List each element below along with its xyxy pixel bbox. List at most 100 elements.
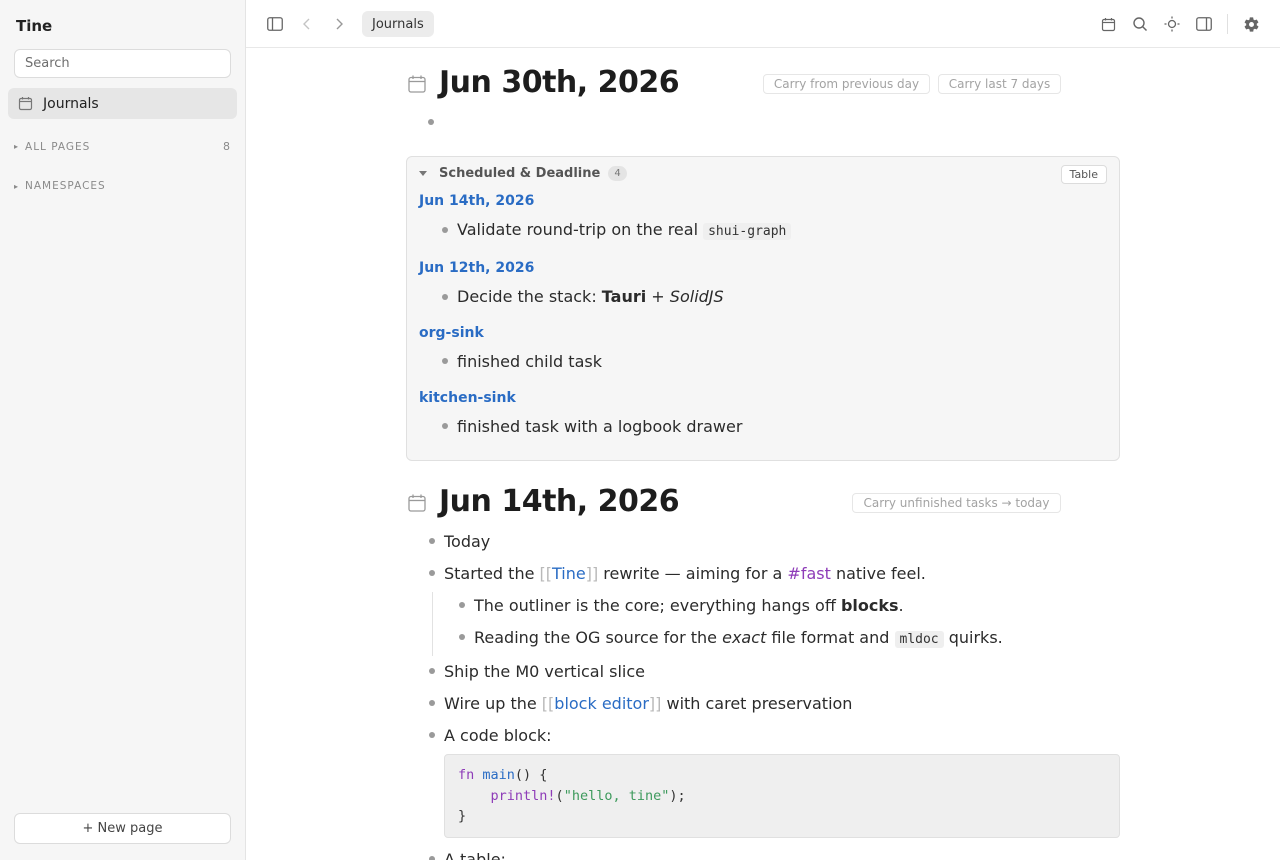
task-text: Validate round-trip on the real (457, 220, 699, 239)
code-function: main (482, 767, 515, 783)
link-bracket: ]] (648, 694, 662, 713)
bold-text: Tauri (601, 287, 647, 306)
code-text: ( (555, 787, 564, 804)
code-block[interactable]: fn main() { println!("hello, tine"); } (444, 754, 1120, 838)
link-bracket: ]] (585, 564, 599, 583)
toolbar-divider (1227, 14, 1228, 34)
block-bullet[interactable] (442, 294, 448, 300)
page-link-block-editor[interactable]: block editor (554, 694, 649, 713)
scheduled-task[interactable]: Decide the stack: Tauri + SolidJS (457, 287, 724, 306)
block-bullet[interactable] (459, 634, 465, 640)
app-title: Tine (16, 17, 53, 35)
namespaces-section[interactable]: ▸ NAMESPACES (14, 180, 230, 192)
text: Reading the OG source for the (474, 628, 723, 647)
carry-unfinished-button[interactable]: Carry unfinished tasks → today (852, 493, 1061, 513)
section-label: ALL PAGES (25, 140, 91, 153)
page-title[interactable]: Jun 14th, 2026 (439, 484, 680, 519)
block-text[interactable]: Wire up the [[block editor]] with caret … (444, 694, 852, 713)
settings-icon[interactable] (1239, 12, 1263, 36)
block-text[interactable]: Reading the OG source for the exact file… (474, 628, 1003, 648)
calendar-icon (407, 493, 427, 513)
task-text: + (646, 287, 670, 306)
text: file format and (766, 628, 895, 647)
scheduled-task[interactable]: finished task with a logbook drawer (457, 417, 742, 436)
all-pages-section[interactable]: ▸ ALL PAGES 8 (14, 140, 230, 153)
block-bullet[interactable] (429, 700, 435, 706)
section-label: NAMESPACES (25, 180, 106, 192)
text: native feel. (830, 564, 926, 583)
block-text[interactable]: The outliner is the core; everything han… (474, 596, 904, 615)
block-bullet[interactable] (429, 856, 435, 860)
scheduled-deadline-panel: Scheduled & Deadline 4 Table Jun 14th, 2… (406, 156, 1120, 461)
search-input[interactable] (14, 49, 231, 78)
right-panel-icon[interactable] (1192, 12, 1216, 36)
page-title[interactable]: Jun 30th, 2026 (439, 65, 680, 100)
block-text[interactable]: A code block: (444, 726, 552, 745)
bold-text: blocks (840, 596, 899, 615)
code-text: () { (514, 767, 548, 783)
group-page-link[interactable]: kitchen-sink (419, 390, 516, 406)
text: Wire up the (444, 694, 542, 713)
task-text: Decide the stack: (457, 287, 602, 306)
back-icon[interactable] (295, 12, 319, 36)
code-string: "hello, tine" (563, 787, 670, 804)
text: . (898, 596, 904, 615)
toolbar: Journals (246, 0, 1280, 48)
link-bracket: [[ (539, 564, 552, 583)
scheduled-task[interactable]: Validate round-trip on the real shui-gra… (457, 220, 792, 240)
page-count: 8 (223, 140, 230, 153)
sidebar-item-label: Journals (43, 95, 99, 112)
block-bullet[interactable] (429, 668, 435, 674)
block-text[interactable]: A table: (444, 850, 506, 860)
block-bullet[interactable] (429, 538, 435, 544)
block-text[interactable]: Started the [[Tine]] rewrite — aiming fo… (444, 564, 926, 583)
calendar-icon[interactable] (1096, 12, 1120, 36)
text: Started the (444, 564, 540, 583)
tag-fast[interactable]: #fast (787, 564, 830, 583)
link-bracket: [[ (541, 694, 555, 713)
group-page-link[interactable]: Jun 12th, 2026 (419, 260, 534, 276)
carry-previous-day-button[interactable]: Carry from previous day (763, 74, 930, 94)
sidebar-toggle-icon[interactable] (263, 12, 287, 36)
calendar-icon (407, 74, 427, 94)
block-text[interactable]: Ship the M0 vertical slice (444, 662, 645, 681)
block-bullet[interactable] (429, 732, 435, 738)
main-content: Jun 30th, 2026 Carry from previous day C… (246, 48, 1280, 860)
forward-icon[interactable] (327, 12, 351, 36)
text: quirks. (943, 628, 1003, 647)
empty-block-bullet[interactable] (428, 119, 434, 125)
code-keyword: fn (458, 767, 475, 783)
scheduled-title: Scheduled & Deadline (439, 166, 601, 181)
theme-icon[interactable] (1160, 12, 1184, 36)
block-bullet[interactable] (442, 423, 448, 429)
search-icon[interactable] (1128, 12, 1152, 36)
block-bullet[interactable] (442, 358, 448, 364)
children-thread-line (432, 592, 433, 656)
italic-text: exact (722, 628, 767, 647)
caret-right-icon: ▸ (14, 181, 20, 191)
sidebar: Tine Journals ▸ ALL PAGES 8 ▸ NAMESPACES… (0, 0, 246, 860)
sidebar-item-journals[interactable]: Journals (8, 88, 237, 119)
text: The outliner is the core; everything han… (474, 596, 841, 615)
code-text: } (458, 808, 467, 824)
breadcrumb[interactable]: Journals (362, 11, 434, 37)
table-view-button[interactable]: Table (1060, 165, 1107, 184)
text: with caret preservation (661, 694, 853, 713)
block-bullet[interactable] (429, 570, 435, 576)
collapse-triangle-icon (419, 171, 427, 176)
count-badge: 4 (608, 166, 627, 181)
page-link-tine[interactable]: Tine (552, 564, 586, 583)
group-page-link[interactable]: org-sink (419, 325, 484, 341)
carry-last-7-days-button[interactable]: Carry last 7 days (938, 74, 1061, 94)
text: rewrite — aiming for a (598, 564, 788, 583)
scheduled-task[interactable]: finished child task (457, 352, 602, 371)
group-page-link[interactable]: Jun 14th, 2026 (419, 193, 534, 209)
scheduled-header[interactable]: Scheduled & Deadline 4 (419, 166, 627, 181)
block-bullet[interactable] (459, 602, 465, 608)
inline-code: shui-graph (703, 223, 792, 240)
code-text: ); (669, 787, 686, 804)
block-bullet[interactable] (442, 227, 448, 233)
block-text[interactable]: Today (444, 532, 490, 551)
calendar-icon (18, 96, 33, 111)
new-page-button[interactable]: + New page (14, 813, 231, 844)
